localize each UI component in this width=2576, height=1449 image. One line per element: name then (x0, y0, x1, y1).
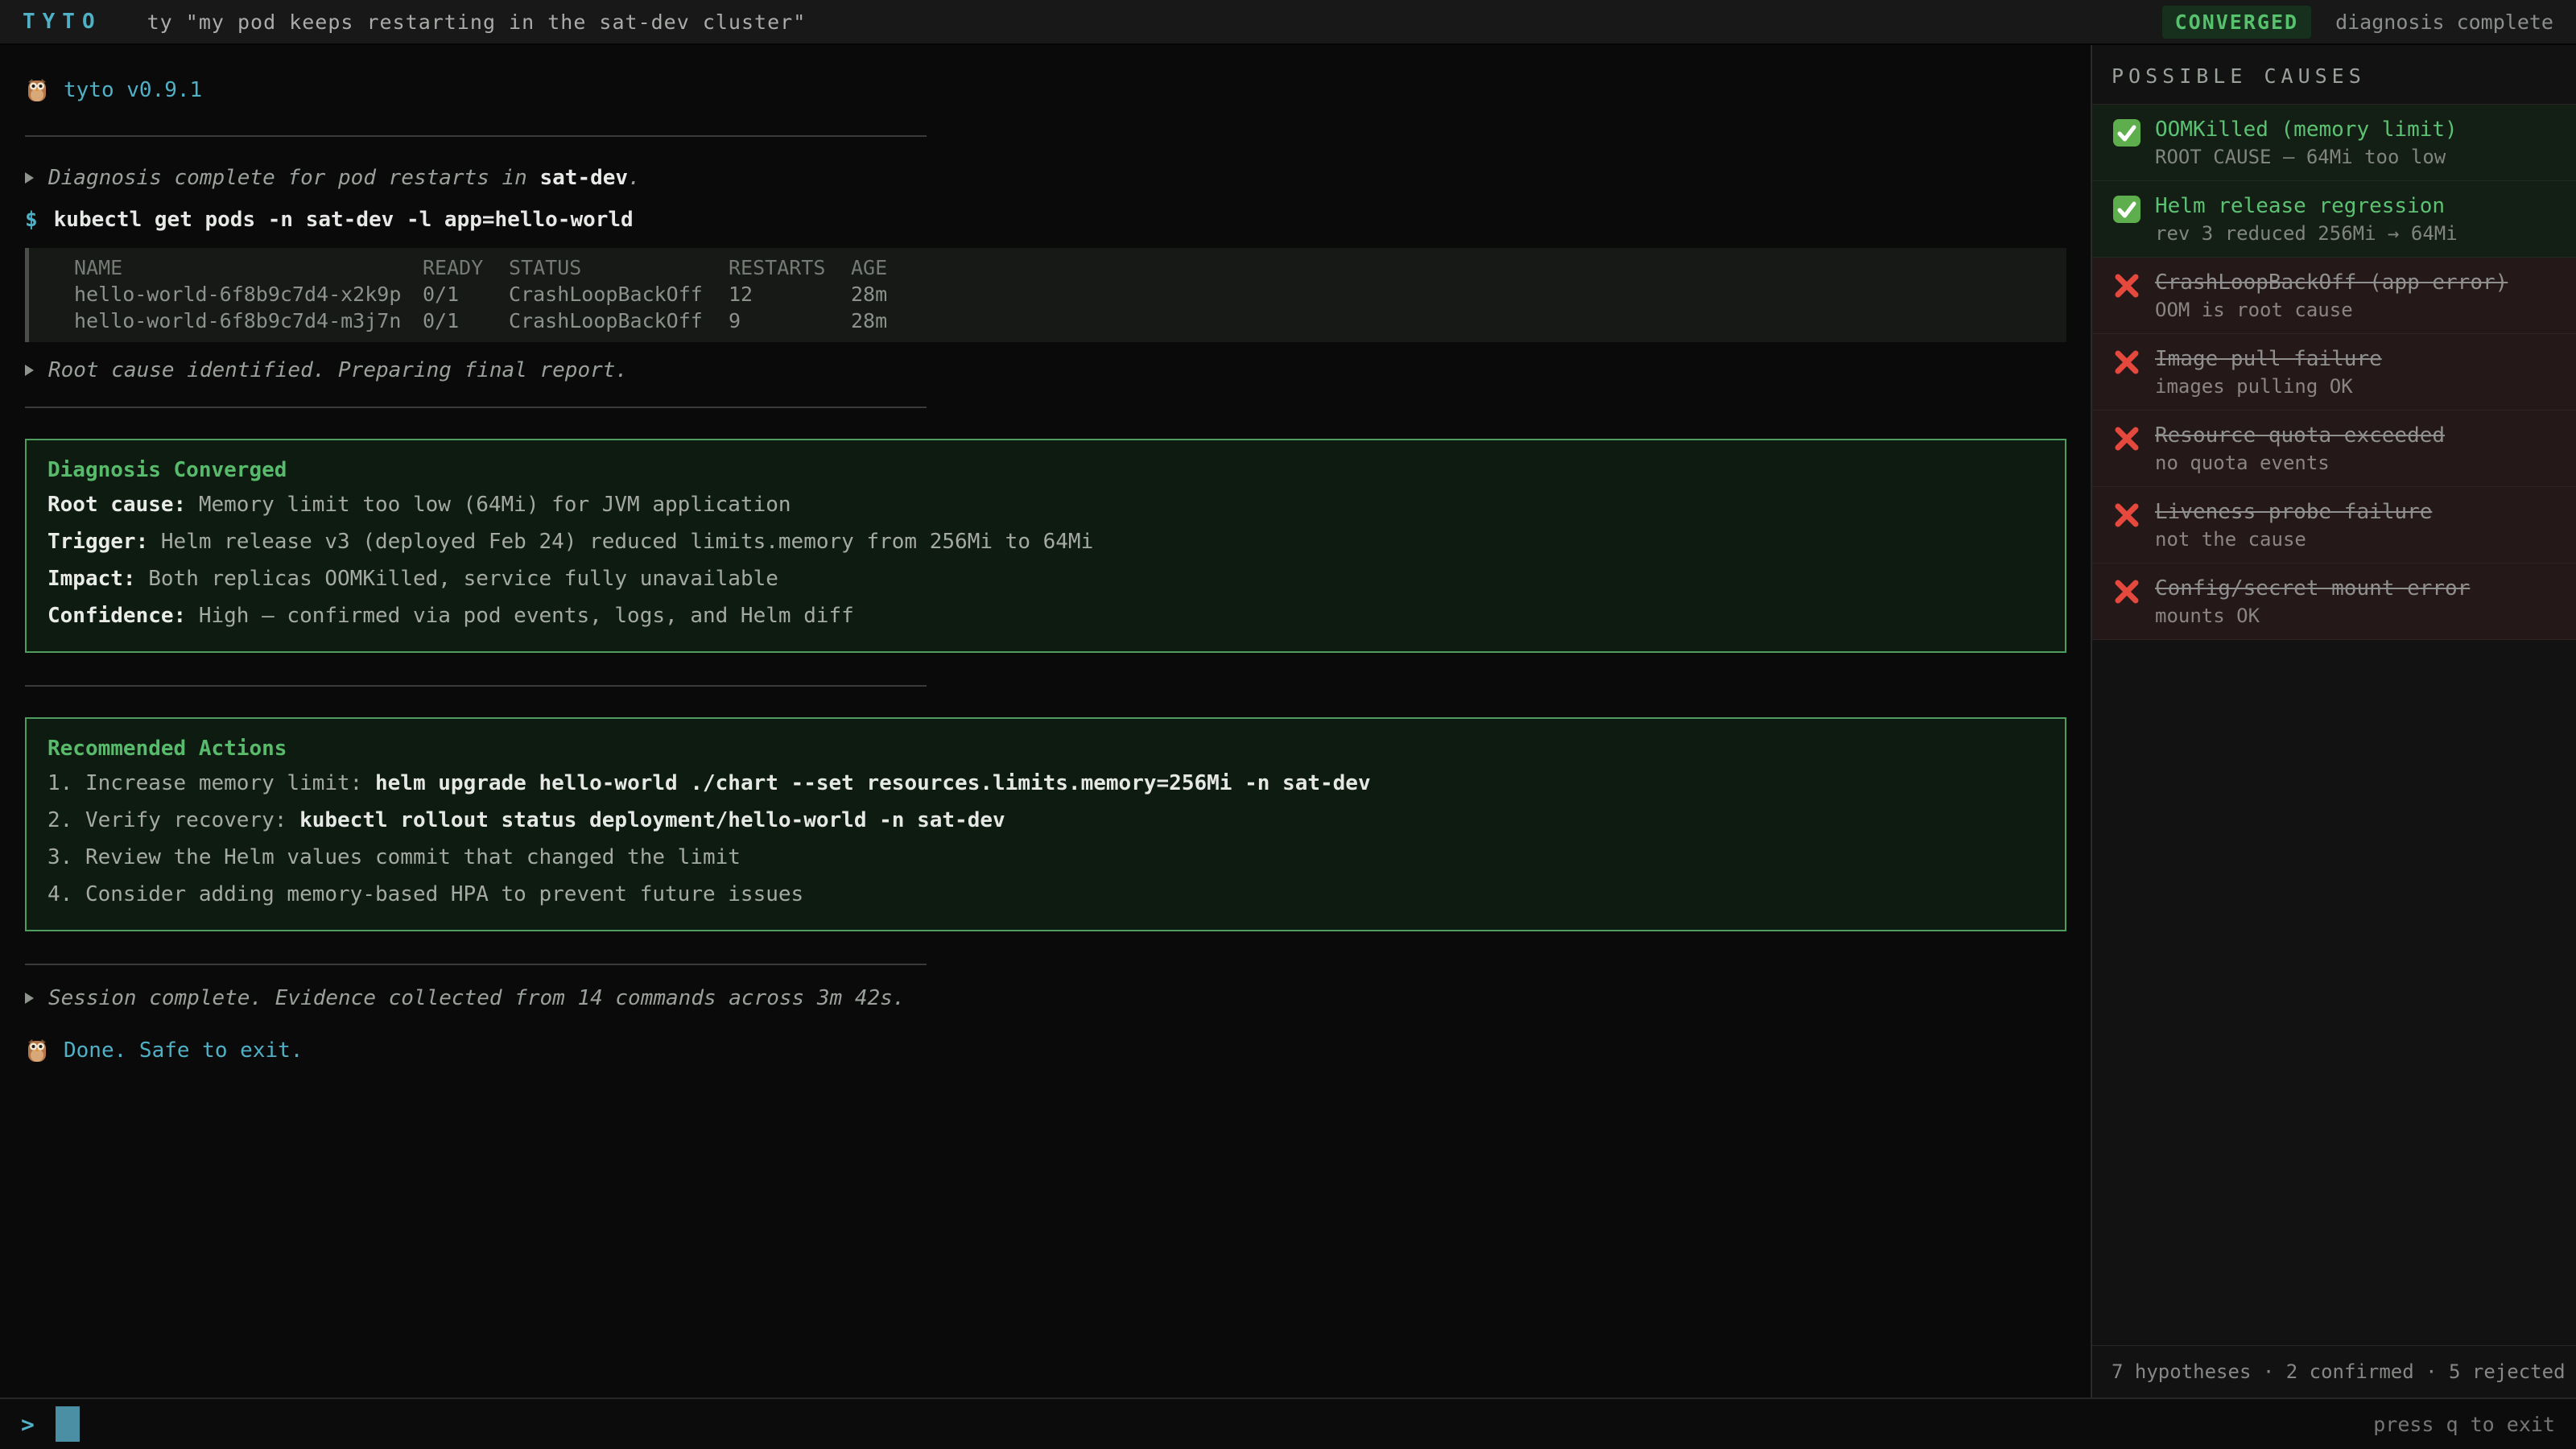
transcript-pane: tyto v0.9.1 Diagnosis complete for pod r… (0, 45, 2091, 1397)
done-line: Done. Safe to exit. (25, 1038, 2091, 1063)
top-bar: TYTO ty "my pod keeps restarting in the … (0, 0, 2576, 45)
cause-title: Resource quota exceeded (2155, 422, 2562, 449)
cause-subtitle: ROOT CAUSE — 64Mi too low (2155, 145, 2562, 169)
cause-item-liveness: Liveness probe failure not the cause (2092, 487, 2576, 564)
bullet-icon (25, 172, 34, 184)
table-row: hello-world-6f8b9c7d4-m3j7n 0/1 CrashLoo… (74, 308, 2066, 334)
cause-title: Liveness probe failure (2155, 498, 2562, 526)
text-cursor[interactable] (56, 1406, 80, 1442)
cause-subtitle: mounts OK (2155, 604, 2562, 628)
exit-hint: press q to exit (2373, 1413, 2555, 1436)
x-icon (2112, 347, 2142, 383)
prompt-caret: > (21, 1411, 35, 1438)
done-text: Done. Safe to exit. (64, 1038, 303, 1063)
diagnosis-field: Confidence: High — confirmed via pod eve… (47, 601, 2044, 630)
cause-item-image-pull: Image pull failure images pulling OK (2092, 334, 2576, 411)
status-line-session: Session complete. Evidence collected fro… (25, 986, 2091, 1010)
actions-box: Recommended Actions 1. Increase memory l… (25, 717, 2066, 931)
status-badge: CONVERGED (2162, 6, 2311, 39)
diagnosis-box: Diagnosis Converged Root cause: Memory l… (25, 439, 2066, 653)
owl-icon (25, 1038, 49, 1063)
divider (25, 685, 927, 687)
x-icon (2112, 576, 2142, 613)
cause-item-oomkilled: OOMKilled (memory limit) ROOT CAUSE — 64… (2092, 105, 2576, 181)
cause-item-quota: Resource quota exceeded no quota events (2092, 411, 2576, 487)
cause-title: CrashLoopBackOff (app error) (2155, 269, 2562, 296)
cause-title: Config/secret mount error (2155, 575, 2562, 602)
check-icon (2112, 118, 2142, 154)
app-window: TYTO ty "my pod keeps restarting in the … (0, 0, 2576, 1449)
diagnosis-field: Trigger: Helm release v3 (deployed Feb 2… (47, 527, 2044, 556)
divider (25, 135, 927, 137)
action-item: 1. Increase memory limit: helm upgrade h… (47, 769, 2044, 798)
x-icon (2112, 423, 2142, 460)
cause-subtitle: rev 3 reduced 256Mi → 64Mi (2155, 221, 2562, 246)
owl-icon (25, 77, 49, 103)
pod-table-header: NAME READY STATUS RESTARTS AGE (74, 254, 2066, 281)
x-icon (2112, 500, 2142, 536)
x-icon (2112, 270, 2142, 307)
input-bar: > press q to exit (0, 1397, 2576, 1449)
actions-title: Recommended Actions (47, 737, 2044, 761)
action-item: 4. Consider adding memory-based HPA to p… (47, 880, 2044, 909)
cause-item-crashloop: CrashLoopBackOff (app error) OOM is root… (2092, 258, 2576, 334)
cause-title: Helm release regression (2155, 192, 2562, 220)
cause-subtitle: not the cause (2155, 527, 2562, 551)
status-text: diagnosis complete (2335, 10, 2553, 34)
diagnosis-field: Root cause: Memory limit too low (64Mi) … (47, 490, 2044, 519)
pod-table: NAME READY STATUS RESTARTS AGE hello-wor… (25, 248, 2066, 342)
status-line-rootcause: Root cause identified. Preparing final r… (25, 358, 2091, 382)
cause-subtitle: OOM is root cause (2155, 298, 2562, 322)
divider (25, 964, 927, 965)
divider (25, 407, 927, 408)
cause-item-config-mount: Config/secret mount error mounts OK (2092, 564, 2576, 640)
hypotheses-summary: 7 hypotheses · 2 confirmed · 5 rejected (2092, 1345, 2576, 1397)
shell-prompt-icon: $ (25, 208, 38, 232)
cause-subtitle: no quota events (2155, 451, 2562, 475)
table-row: hello-world-6f8b9c7d4-x2k9p 0/1 CrashLoo… (74, 281, 2066, 308)
diagnosis-field: Impact: Both replicas OOMKilled, service… (47, 564, 2044, 593)
version-text: tyto v0.9.1 (64, 78, 202, 102)
shell-command: kubectl get pods -n sat-dev -l app=hello… (54, 208, 634, 232)
check-icon (2112, 194, 2142, 230)
namespace-highlight: sat-dev (539, 166, 628, 190)
app-logo: TYTO (23, 10, 102, 34)
session-command: ty "my pod keeps restarting in the sat-d… (147, 10, 807, 34)
cause-item-helm-regression: Helm release regression rev 3 reduced 25… (2092, 181, 2576, 258)
cause-title: OOMKilled (memory limit) (2155, 116, 2562, 143)
diagnosis-title: Diagnosis Converged (47, 458, 2044, 482)
action-item: 2. Verify recovery: kubectl rollout stat… (47, 806, 2044, 835)
cause-subtitle: images pulling OK (2155, 374, 2562, 398)
sidebar-title: POSSIBLE CAUSES (2092, 45, 2576, 105)
version-line: tyto v0.9.1 (25, 77, 2091, 103)
action-item: 3. Review the Helm values commit that ch… (47, 843, 2044, 872)
shell-command-line: $ kubectl get pods -n sat-dev -l app=hel… (25, 208, 2091, 232)
cause-title: Image pull failure (2155, 345, 2562, 373)
possible-causes-panel: POSSIBLE CAUSES OOMKilled (memory limit)… (2091, 45, 2576, 1397)
status-line-diagnosis: Diagnosis complete for pod restarts in s… (25, 166, 2091, 190)
bullet-icon (25, 993, 34, 1004)
bullet-icon (25, 365, 34, 376)
